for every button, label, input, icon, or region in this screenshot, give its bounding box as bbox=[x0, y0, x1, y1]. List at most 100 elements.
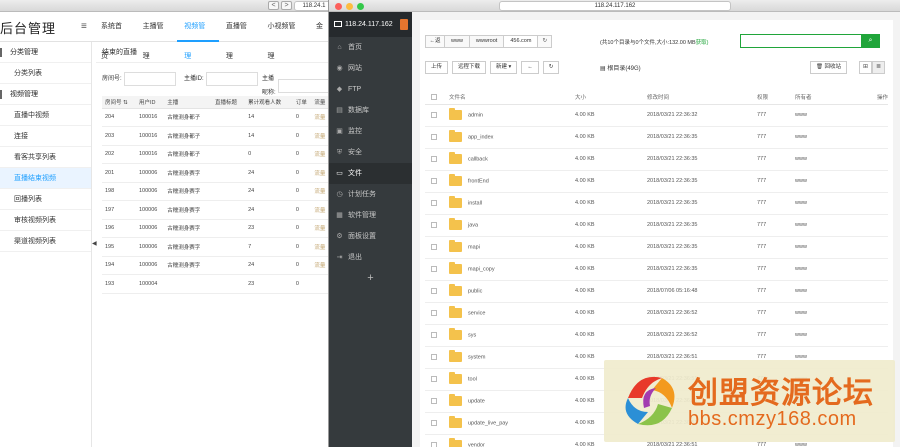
sidebar-item[interactable]: 看客共享列表 bbox=[0, 147, 91, 168]
file-owner[interactable]: www bbox=[795, 148, 855, 171]
file-owner[interactable]: www bbox=[795, 104, 855, 127]
sidebar-item[interactable]: 分类管理 bbox=[0, 42, 91, 63]
file-row[interactable]: install 4.00 KB 2018/03/21 22:36:35 777 www bbox=[425, 192, 888, 215]
file-name[interactable]: service bbox=[468, 310, 485, 316]
path-segment-current[interactable]: 456.com bbox=[504, 35, 539, 48]
file-name-cell[interactable]: system bbox=[449, 346, 575, 369]
file-checkbox[interactable] bbox=[431, 155, 437, 162]
sidebar-item[interactable]: 回播列表 bbox=[0, 189, 91, 210]
bt-nav-item[interactable]: ⌂ 首页 bbox=[329, 37, 412, 58]
file-row[interactable]: public 4.00 KB 2018/07/06 05:16:48 777 www bbox=[425, 280, 888, 303]
sidebar-item[interactable]: 分类列表 bbox=[0, 63, 91, 84]
bt-nav-item[interactable]: ⛨ 安全 bbox=[329, 142, 412, 163]
file-owner[interactable]: www bbox=[795, 126, 855, 149]
search-icon[interactable]: ⌕ bbox=[861, 34, 880, 48]
file-perm[interactable]: 777 bbox=[757, 192, 795, 215]
file-perm[interactable]: 777 bbox=[757, 324, 795, 347]
file-checkbox[interactable] bbox=[431, 441, 437, 447]
remote-download-button[interactable]: 远程下载 bbox=[452, 61, 487, 74]
file-header-cell[interactable]: 大小 bbox=[575, 90, 647, 105]
menu-icon[interactable]: ≡ bbox=[81, 21, 87, 32]
file-perm[interactable]: 777 bbox=[757, 148, 795, 171]
file-owner[interactable]: www bbox=[795, 302, 855, 325]
file-owner[interactable]: www bbox=[795, 214, 855, 237]
bt-nav-item[interactable]: ◆ FTP bbox=[329, 79, 412, 100]
bt-nav-item[interactable]: ▤ 数据库 bbox=[329, 100, 412, 121]
zoom-dot-icon[interactable] bbox=[357, 3, 364, 10]
add-menu-icon[interactable]: + bbox=[329, 272, 412, 284]
file-perm[interactable]: 777 bbox=[757, 104, 795, 127]
file-name-cell[interactable]: public bbox=[449, 280, 575, 303]
file-name-cell[interactable]: mapi_copy bbox=[449, 258, 575, 281]
file-header-cell[interactable]: 修改时间 bbox=[647, 90, 757, 105]
file-name[interactable]: vendor bbox=[468, 442, 485, 447]
file-checkbox[interactable] bbox=[431, 221, 437, 228]
file-perm[interactable]: 777 bbox=[757, 214, 795, 237]
disk-root[interactable]: ▤ 根目录(49G) bbox=[600, 63, 641, 72]
file-name[interactable]: update_live_pay bbox=[468, 420, 508, 426]
sidebar-item[interactable]: 审核视频列表 bbox=[0, 210, 91, 231]
bt-nav-item[interactable]: ⇥ 退出 bbox=[329, 247, 412, 268]
file-row[interactable]: mapi_copy 4.00 KB 2018/03/21 22:36:35 777 ww… bbox=[425, 258, 888, 281]
file-name-cell[interactable]: update_live_pay bbox=[449, 412, 575, 435]
file-name[interactable]: app_index bbox=[468, 134, 493, 140]
file-name-cell[interactable]: sys bbox=[449, 324, 575, 347]
bt-nav-item[interactable]: ▭ 文件 bbox=[329, 163, 412, 184]
file-row[interactable]: callback 4.00 KB 2018/03/21 22:36:35 777 www bbox=[425, 148, 888, 171]
file-row[interactable]: service 4.00 KB 2018/03/21 22:36:52 777 www bbox=[425, 302, 888, 325]
top-nav-item[interactable]: 主播管理 bbox=[136, 12, 178, 60]
sidebar-item[interactable]: 连接 bbox=[0, 126, 91, 147]
path-refresh-icon[interactable]: ↻ bbox=[538, 35, 553, 48]
anchor-nick-input[interactable] bbox=[278, 79, 330, 93]
file-row[interactable]: sys 4.00 KB 2018/03/21 22:36:52 777 www bbox=[425, 324, 888, 347]
table-header-cell[interactable]: 房间号 ⇅ bbox=[102, 96, 136, 109]
file-checkbox[interactable] bbox=[431, 111, 437, 118]
file-name[interactable]: frontEnd bbox=[468, 178, 489, 184]
file-checkbox[interactable] bbox=[431, 353, 437, 360]
top-nav-item[interactable]: 小视频管理 bbox=[261, 12, 310, 60]
notification-badge[interactable] bbox=[400, 19, 408, 30]
left-url-bar[interactable]: 118.24.1 bbox=[294, 1, 330, 11]
file-perm[interactable]: 777 bbox=[757, 280, 795, 303]
file-perm[interactable]: 777 bbox=[757, 170, 795, 193]
file-owner[interactable]: www bbox=[795, 324, 855, 347]
sidebar-item[interactable]: 直播结束视频 bbox=[0, 168, 91, 189]
file-checkbox[interactable] bbox=[431, 243, 437, 250]
room-number-input[interactable] bbox=[123, 72, 176, 86]
file-checkbox[interactable] bbox=[431, 375, 437, 382]
bt-nav-item[interactable]: ◷ 计划任务 bbox=[329, 184, 412, 205]
list-view-icon[interactable]: ≣ bbox=[872, 61, 885, 74]
file-row[interactable]: mapi 4.00 KB 2018/03/21 22:36:35 777 www bbox=[425, 236, 888, 259]
file-row[interactable]: java 4.00 KB 2018/03/21 22:36:35 777 www bbox=[425, 214, 888, 237]
bt-nav-item[interactable]: ⚙ 面板设置 bbox=[329, 226, 412, 247]
sidebar-item[interactable]: 直播中视频 bbox=[0, 105, 91, 126]
file-perm[interactable]: 777 bbox=[757, 258, 795, 281]
file-name-cell[interactable]: callback bbox=[449, 148, 575, 171]
file-checkbox[interactable] bbox=[431, 309, 437, 316]
file-name-cell[interactable]: tool bbox=[449, 368, 575, 391]
file-name-cell[interactable]: app_index bbox=[449, 126, 575, 149]
close-dot-icon[interactable] bbox=[335, 3, 342, 10]
file-name[interactable]: callback bbox=[468, 156, 488, 162]
file-row[interactable]: frontEnd 4.00 KB 2018/03/21 22:36:35 777 www bbox=[425, 170, 888, 193]
file-search-input[interactable] bbox=[740, 34, 862, 48]
file-name-cell[interactable]: update bbox=[449, 390, 575, 413]
file-checkbox[interactable] bbox=[431, 265, 437, 272]
file-owner[interactable]: www bbox=[795, 192, 855, 215]
file-name[interactable]: mapi_copy bbox=[468, 266, 495, 272]
file-owner[interactable]: www bbox=[795, 258, 855, 281]
file-name[interactable]: admin bbox=[468, 112, 483, 118]
file-name-cell[interactable]: admin bbox=[449, 104, 575, 127]
top-nav-item[interactable]: 系统首页 bbox=[94, 12, 136, 60]
file-row[interactable]: admin 4.00 KB 2018/03/21 22:36:32 777 www bbox=[425, 104, 888, 127]
file-name-cell[interactable]: service bbox=[449, 302, 575, 325]
file-checkbox[interactable] bbox=[431, 397, 437, 404]
top-nav-item[interactable]: 金 bbox=[309, 12, 330, 42]
file-header-cell[interactable]: 文件名 bbox=[449, 90, 575, 105]
file-name-cell[interactable]: vendor bbox=[449, 434, 575, 447]
file-checkbox[interactable] bbox=[431, 177, 437, 184]
file-checkbox[interactable] bbox=[431, 287, 437, 294]
get-size-link[interactable]: 获取) bbox=[696, 40, 709, 46]
top-nav-item[interactable]: 视频管理 bbox=[177, 12, 219, 60]
forward-button[interactable]: > bbox=[281, 1, 292, 10]
